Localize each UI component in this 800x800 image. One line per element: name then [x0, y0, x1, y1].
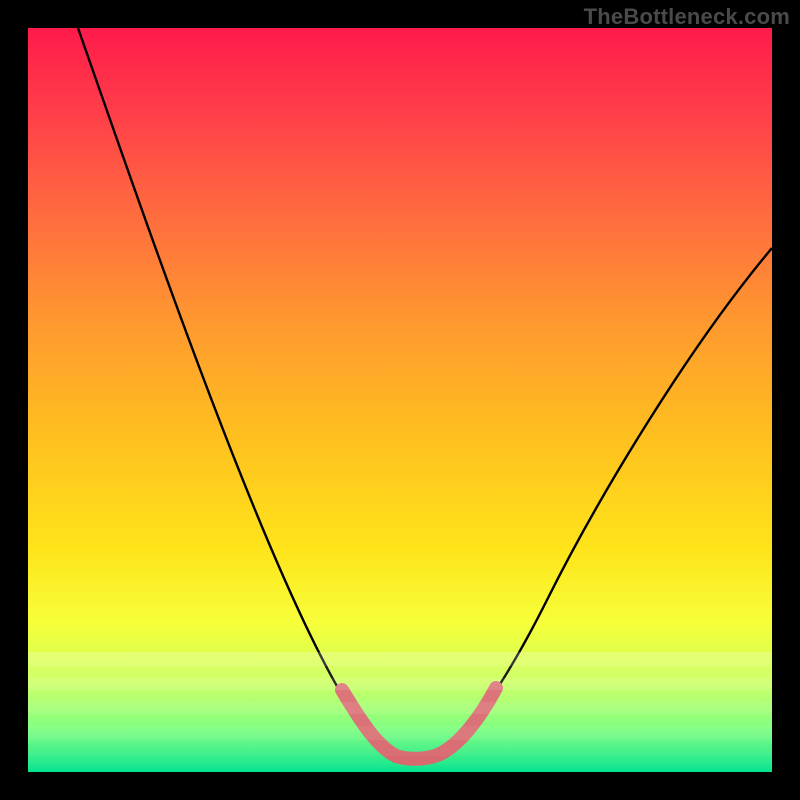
highlight-path	[342, 688, 496, 759]
chart-frame: TheBottleneck.com	[0, 0, 800, 800]
watermark-text: TheBottleneck.com	[584, 4, 790, 30]
bottleneck-curve	[28, 28, 772, 772]
curve-path	[78, 28, 772, 759]
plot-area	[28, 28, 772, 772]
